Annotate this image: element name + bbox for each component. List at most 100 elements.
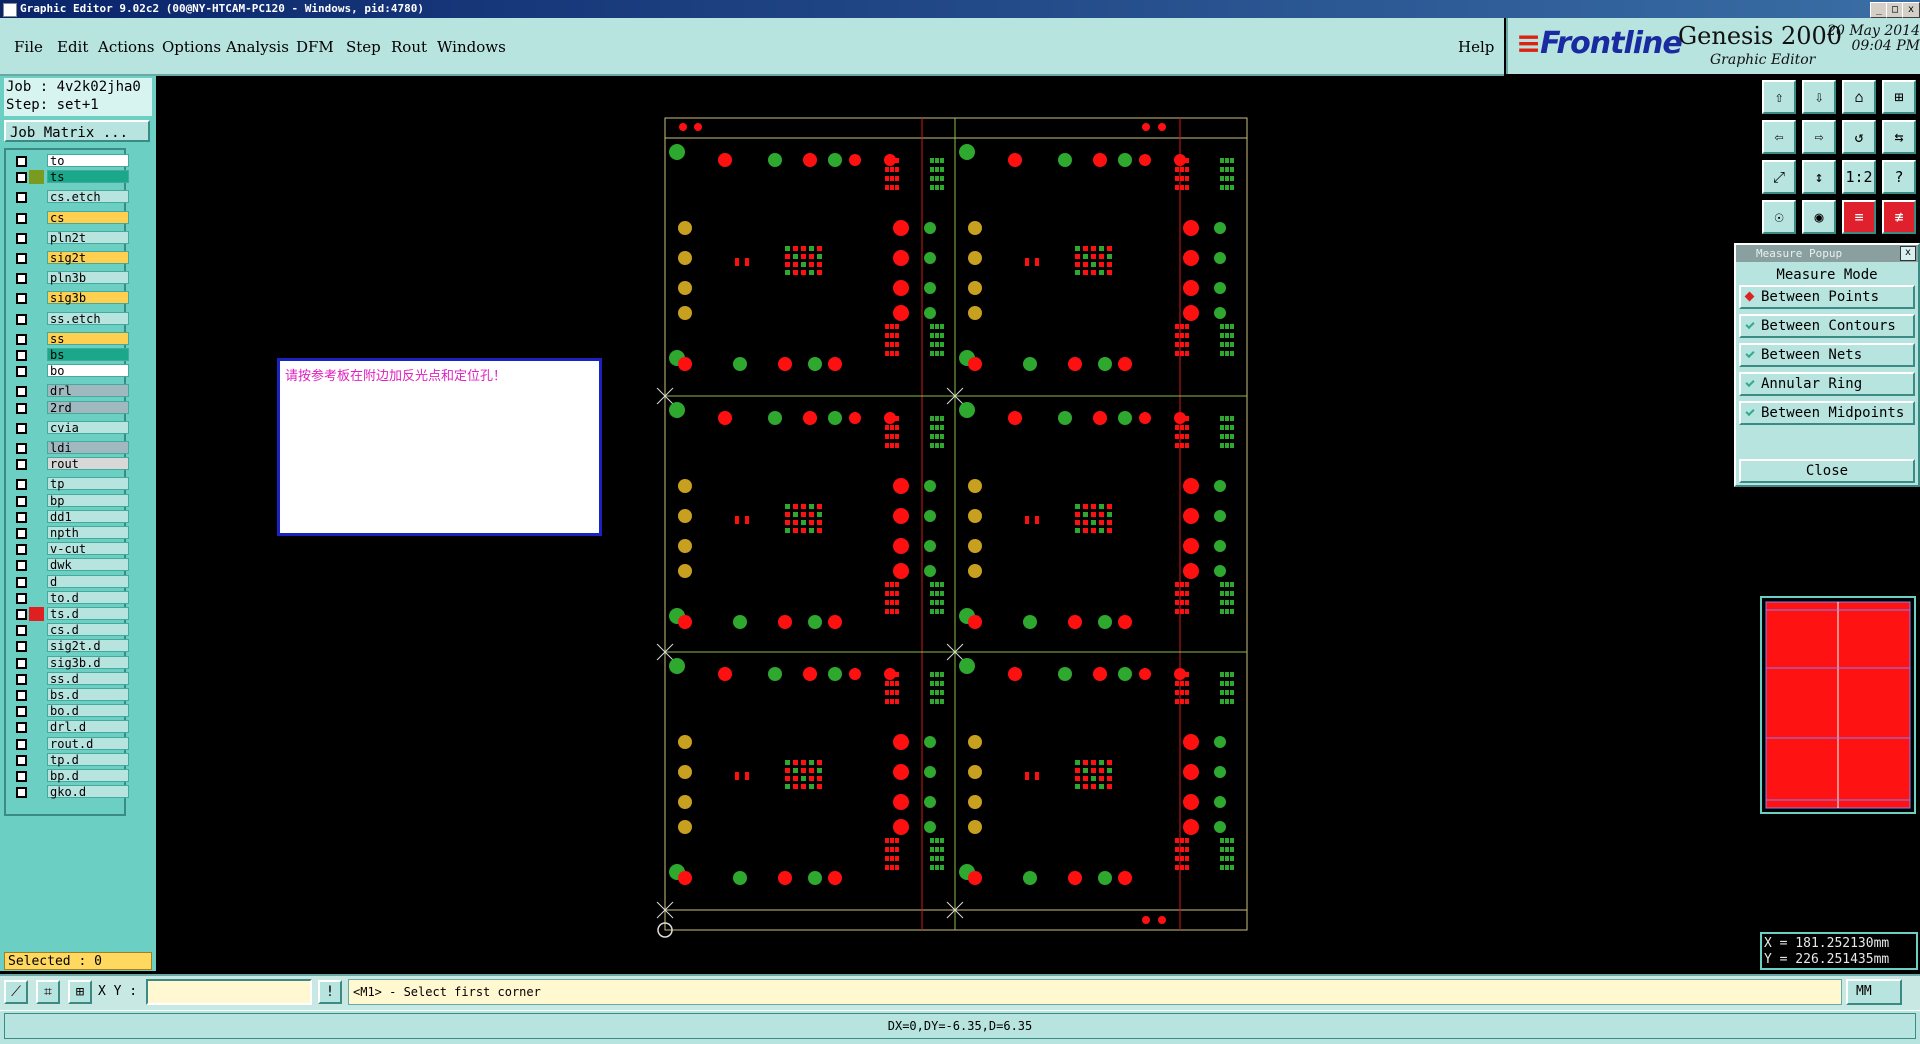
layer-checkbox[interactable] bbox=[16, 293, 27, 305]
layer-checkbox[interactable] bbox=[16, 657, 27, 669]
layer-name[interactable]: tp.d bbox=[47, 752, 129, 766]
layer-name[interactable]: cs.d bbox=[47, 623, 129, 637]
pan-right-icon[interactable]: ⇨ bbox=[1802, 120, 1836, 154]
measure-close-button[interactable]: Close bbox=[1739, 459, 1915, 483]
layer-color-swatch[interactable] bbox=[29, 656, 44, 670]
layer-row-dd1[interactable]: dd1 bbox=[10, 509, 129, 524]
window-title-bar[interactable]: Graphic Editor 9.02c2 (00@NY-HTCAM-PC120… bbox=[0, 0, 1920, 18]
layer-row-ts[interactable]: ts bbox=[10, 170, 129, 185]
layer-name[interactable]: bo bbox=[47, 364, 129, 378]
layer-color-swatch[interactable] bbox=[29, 364, 44, 378]
layer-checkbox[interactable] bbox=[16, 706, 27, 718]
layer-color-swatch[interactable] bbox=[29, 231, 44, 245]
xy-input[interactable] bbox=[146, 979, 312, 1005]
zoom-fit-icon[interactable]: ⤢ bbox=[1762, 160, 1796, 194]
grid-tool-icon[interactable]: ⊞ bbox=[68, 980, 92, 1004]
measure-option-between-midpoints[interactable]: Between Midpoints bbox=[1739, 401, 1915, 425]
layer-name[interactable]: cs.etch bbox=[47, 190, 129, 204]
layer-row-cs.etch[interactable]: cs.etch bbox=[10, 190, 129, 204]
layer-row-sig3b.d[interactable]: sig3b.d bbox=[10, 655, 129, 670]
layer-color-swatch[interactable] bbox=[29, 477, 44, 491]
layer-row-rout[interactable]: rout bbox=[10, 457, 129, 471]
layer-checkbox[interactable] bbox=[16, 641, 27, 653]
layer-checkbox[interactable] bbox=[16, 333, 27, 345]
layer-checkbox[interactable] bbox=[16, 156, 27, 167]
layer-color-swatch[interactable] bbox=[29, 271, 44, 285]
layer-row-ts.d[interactable]: ts.d bbox=[10, 607, 129, 621]
menu-file[interactable]: File bbox=[14, 38, 43, 56]
layer-color-swatch[interactable] bbox=[29, 575, 44, 589]
layer-color-swatch[interactable] bbox=[29, 785, 44, 799]
layer-row-cvia[interactable]: cvia bbox=[10, 420, 129, 435]
layer-name[interactable]: ss.d bbox=[47, 671, 129, 685]
layer-row-sig2t.d[interactable]: sig2t.d bbox=[10, 639, 129, 653]
layer-row-drl[interactable]: drl bbox=[10, 384, 129, 398]
rotate-icon[interactable]: ↺ bbox=[1842, 120, 1876, 154]
menu-windows[interactable]: Windows bbox=[437, 38, 506, 56]
layer-name[interactable]: bo.d bbox=[47, 704, 129, 718]
layer-row-2rd[interactable]: 2rd bbox=[10, 400, 129, 415]
layer-checkbox[interactable] bbox=[16, 722, 27, 734]
layer-color-swatch[interactable] bbox=[29, 607, 44, 621]
layer-row-cs.d[interactable]: cs.d bbox=[10, 623, 129, 637]
layer-name[interactable]: ldi bbox=[47, 441, 129, 455]
layer-row-cs[interactable]: cs bbox=[10, 210, 129, 225]
layer-color-swatch[interactable] bbox=[29, 672, 44, 686]
help-icon[interactable]: ? bbox=[1882, 160, 1916, 194]
layer-checkbox[interactable] bbox=[16, 479, 27, 491]
layer-name[interactable]: sig3b bbox=[47, 291, 129, 305]
layer-color-swatch[interactable] bbox=[29, 704, 44, 718]
layer-checkbox[interactable] bbox=[16, 422, 27, 434]
layer-checkbox[interactable] bbox=[16, 350, 27, 361]
layer-checkbox[interactable] bbox=[16, 609, 27, 620]
snap-icon[interactable]: ☉ bbox=[1762, 200, 1796, 234]
units-selector[interactable]: MM bbox=[1846, 979, 1902, 1005]
layer-checkbox[interactable] bbox=[16, 754, 27, 766]
layer-name[interactable]: drl bbox=[47, 384, 129, 398]
layer-row-to.d[interactable]: to.d bbox=[10, 590, 129, 605]
layer-checkbox[interactable] bbox=[16, 232, 27, 244]
layer-checkbox[interactable] bbox=[16, 402, 27, 414]
measure-option-between-nets[interactable]: Between Nets bbox=[1739, 343, 1915, 367]
info-icon[interactable]: ! bbox=[318, 980, 342, 1004]
layer-row-rout.d[interactable]: rout.d bbox=[10, 736, 129, 751]
layer-color-swatch[interactable] bbox=[29, 384, 44, 398]
layer-name[interactable]: 2rd bbox=[47, 400, 129, 414]
layer-name[interactable]: npth bbox=[47, 526, 129, 540]
menu-edit[interactable]: Edit bbox=[57, 38, 88, 56]
layer-name[interactable]: rout.d bbox=[47, 736, 129, 750]
menu-dfm[interactable]: DFM bbox=[296, 38, 334, 56]
layer-name[interactable]: bp bbox=[47, 493, 129, 507]
layer-checkbox[interactable] bbox=[16, 528, 27, 539]
layer-checkbox[interactable] bbox=[16, 212, 27, 224]
layer-color-swatch[interactable] bbox=[29, 558, 44, 572]
layer-row-bp[interactable]: bp bbox=[10, 493, 129, 508]
layer-row-ldi[interactable]: ldi bbox=[10, 441, 129, 455]
measure-popup[interactable]: Measure Popup x Measure Mode Between Poi… bbox=[1734, 243, 1920, 487]
layer-color-swatch[interactable] bbox=[29, 190, 44, 204]
layer-row-sig3b[interactable]: sig3b bbox=[10, 291, 129, 305]
layer-row-v-cut[interactable]: v-cut bbox=[10, 542, 129, 556]
layer-color-swatch[interactable] bbox=[29, 753, 44, 767]
layer-checkbox[interactable] bbox=[16, 771, 27, 782]
layer-name[interactable]: sig3b.d bbox=[47, 655, 129, 669]
home-icon[interactable]: ⌂ bbox=[1842, 80, 1876, 114]
layer-row-pln3b[interactable]: pln3b bbox=[10, 271, 129, 285]
layer-checkbox[interactable] bbox=[16, 511, 27, 523]
layer-row-ss[interactable]: ss bbox=[10, 331, 129, 346]
layer-name[interactable]: rout bbox=[47, 457, 129, 471]
menu-analysis[interactable]: Analysis bbox=[226, 38, 289, 56]
layer-row-bs.d[interactable]: bs.d bbox=[10, 688, 129, 702]
layer-row-ss.d[interactable]: ss.d bbox=[10, 671, 129, 686]
layer-color-swatch[interactable] bbox=[29, 441, 44, 455]
top-view-icon[interactable]: ⇧ bbox=[1762, 80, 1796, 114]
layer-color-swatch[interactable] bbox=[29, 542, 44, 556]
split-window-icon[interactable]: ⊞ bbox=[1882, 80, 1916, 114]
layer-color-swatch[interactable] bbox=[29, 720, 44, 734]
layer-row-to[interactable]: to bbox=[10, 154, 129, 168]
layer-row-dwk[interactable]: dwk bbox=[10, 558, 129, 572]
layer-name[interactable]: sig2t bbox=[47, 251, 129, 265]
line-tool-icon[interactable]: ⟋ bbox=[4, 980, 28, 1004]
layer-row-bo[interactable]: bo bbox=[10, 364, 129, 378]
layer-row-sig2t[interactable]: sig2t bbox=[10, 251, 129, 265]
